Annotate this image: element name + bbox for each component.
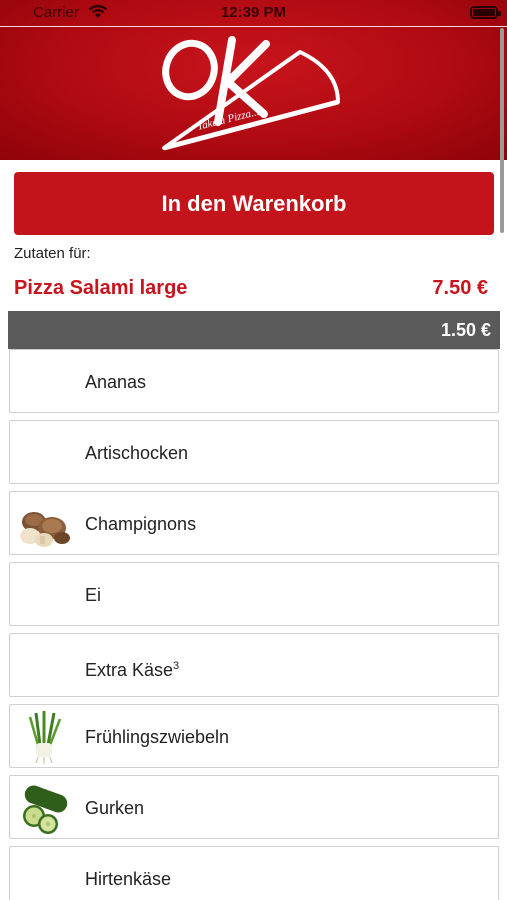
list-item-ananas[interactable]: Ananas — [9, 349, 499, 413]
ingredient-label: Artischocken — [85, 443, 189, 463]
list-item-gurken[interactable]: Gurken — [9, 775, 499, 839]
clock: 12:39 PM — [220, 4, 287, 21]
list-item-hirtenkaese[interactable]: Hirtenkäse — [9, 846, 499, 900]
mushroom-icon — [20, 512, 70, 547]
status-bar: Carrier 12:39 PM — [0, 0, 507, 26]
ok-logo: Take a Pizza... — [162, 36, 340, 151]
list-item-ei[interactable]: Ei — [9, 562, 499, 626]
footnote-marker: 3 — [173, 660, 180, 672]
ingredient-label: Frühlingszwiebeln — [85, 727, 230, 747]
ingredients-for-label: Zutaten für: — [14, 245, 91, 262]
ingredient-label: Ei — [85, 585, 102, 605]
cucumber-icon — [23, 785, 68, 834]
spring-onion-icon — [28, 711, 62, 764]
list-item-fruehlingszwiebeln[interactable]: Frühlingszwiebeln — [9, 704, 499, 768]
section-price-bar: 1.50 € — [8, 311, 500, 349]
ingredient-label: Champignons — [85, 514, 197, 534]
add-to-cart-button[interactable]: In den Warenkorb — [14, 172, 494, 235]
ingredient-label: Hirtenkäse — [85, 869, 172, 889]
ingredient-name: Extra Käse — [85, 660, 174, 680]
product-name: Pizza Salami large — [14, 277, 188, 299]
status-divider — [0, 26, 507, 27]
header: Carrier 12:39 PM Take a Pizza... — [0, 0, 507, 160]
product-price: 7.50 € — [432, 277, 488, 299]
ingredient-label: Ananas — [85, 372, 147, 392]
list-item-extra-kaese[interactable]: Extra Käse3 — [9, 633, 499, 697]
battery-icon — [470, 6, 501, 19]
ingredient-label: Extra Käse3 — [85, 634, 179, 702]
scroll-indicator[interactable] — [500, 28, 504, 233]
ingredient-label: Gurken — [85, 798, 145, 818]
list-item-artischocken[interactable]: Artischocken — [9, 420, 499, 484]
list-item-champignons[interactable]: Champignons — [9, 491, 499, 555]
